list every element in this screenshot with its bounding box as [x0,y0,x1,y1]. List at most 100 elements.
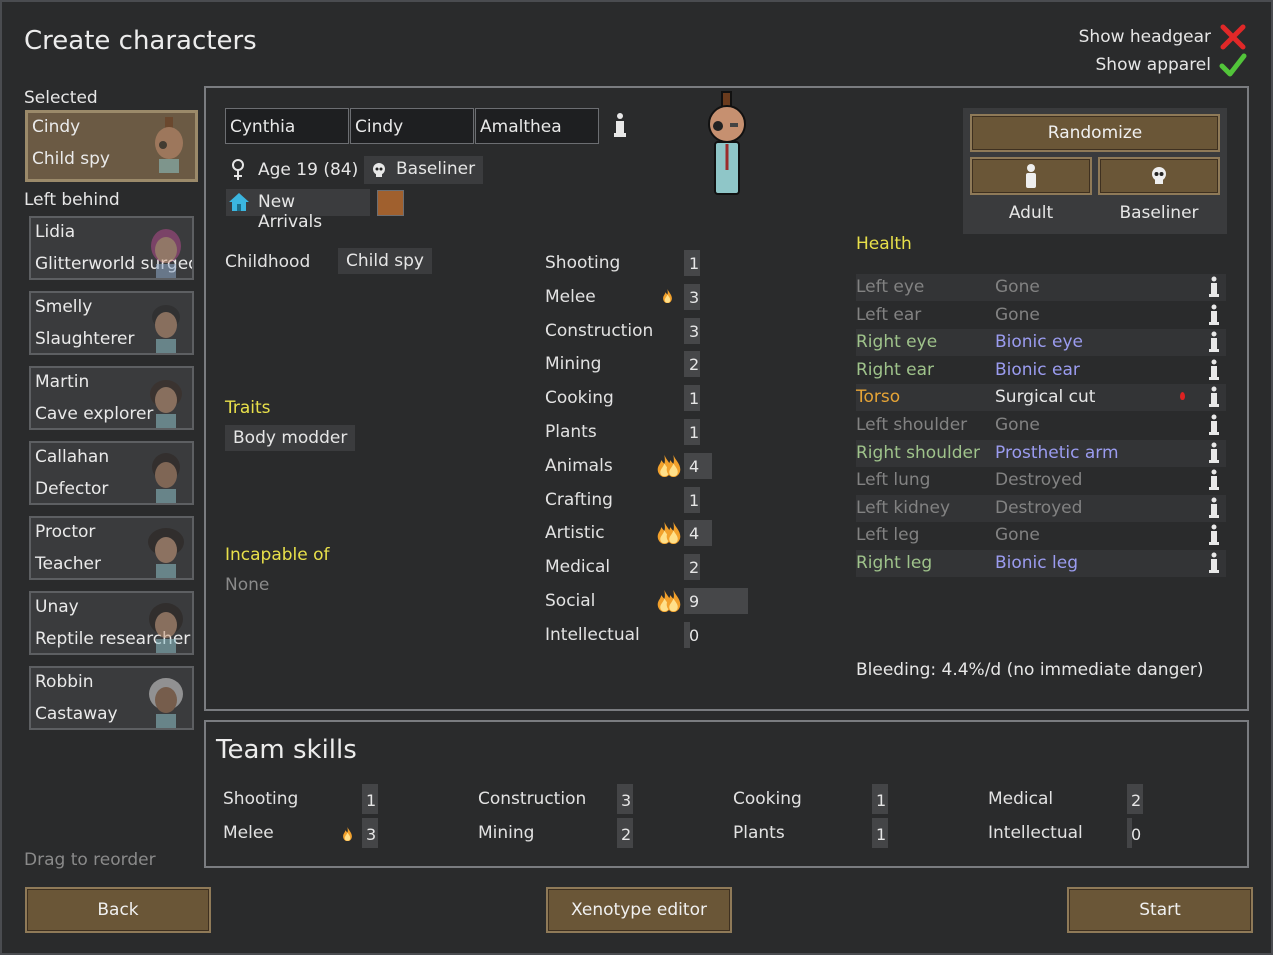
info-icon[interactable] [1208,552,1220,574]
pawn-portrait [149,603,183,653]
health-row[interactable]: Right ear Bionic ear [856,357,1226,384]
info-icon[interactable] [1208,524,1220,546]
pawn-role: Slaughterer [35,329,135,349]
pawn-portrait [155,117,183,173]
health-row[interactable]: Left leg Gone [856,522,1226,549]
passion-flame-icon [663,288,672,304]
pawn-card-martin[interactable]: Martin Cave explorer [29,366,194,430]
adult-stage-button[interactable] [970,157,1092,195]
body-part-label: Left leg [856,525,920,546]
body-part-label: Left ear [856,304,922,325]
skill-name: Shooting [545,253,621,273]
xenotype-select-button[interactable] [1098,157,1220,195]
health-row[interactable]: Torso Surgical cut [856,384,1226,412]
pawn-role: Castaway [35,704,118,724]
pawn-portrait [148,528,184,578]
skill-name: Crafting [545,489,613,510]
health-row[interactable]: Right eye Bionic eye [856,329,1226,357]
info-icon[interactable] [1208,442,1220,464]
passion-flame-icon [667,454,681,477]
passion-flame-icon [343,827,352,842]
adult-stage-label: Adult [1008,203,1054,223]
adult-icon [1026,164,1036,188]
trait-chip[interactable]: Body modder [225,425,356,451]
skill-name: Social [545,591,596,611]
show-apparel-toggle[interactable]: Show apparel [1096,52,1248,78]
body-part-label: Left kidney [856,497,951,518]
skill-level: 2 [689,558,700,578]
info-icon[interactable] [1208,386,1220,408]
health-row[interactable]: Left eye Gone [856,274,1226,301]
skill-name: Plants [545,422,597,442]
health-row[interactable]: Right leg Bionic leg [856,550,1226,577]
baseliner-label: Baseliner [1119,203,1199,223]
info-icon[interactable] [1208,414,1220,436]
pawn-card-lidia[interactable]: Lidia Glitterworld surgeon [29,216,194,280]
condition-label: Bionic ear [995,359,1080,380]
team-skill-level: 1 [876,825,887,844]
info-icon[interactable] [1208,469,1220,491]
team-skill-name: Medical [988,789,1054,809]
first-name-field[interactable]: Cynthia [225,108,349,144]
team-skill-name: Plants [733,823,785,843]
incapable-label: Incapable of [225,545,330,565]
body-part-label: Left lung [856,470,931,491]
condition-label: Destroyed [995,497,1083,518]
health-row[interactable]: Left shoulder Gone [856,412,1226,439]
childhood-backstory-chip[interactable]: Child spy [338,248,432,274]
team-skill-name: Intellectual [988,823,1083,843]
pawn-portrait [152,305,180,353]
body-part-label: Torso [856,387,901,408]
nickname-field[interactable]: Cindy [350,108,474,144]
team-skill-level: 3 [621,791,632,810]
body-part-label: Left eye [856,277,925,297]
pawn-card-selected[interactable]: Cindy Child spy [25,110,198,182]
pawn-card-unay[interactable]: Unay Reptile researcher [29,591,194,655]
body-part-label: Right ear [856,359,935,380]
faction-color-swatch[interactable] [377,190,404,216]
info-icon[interactable] [1208,497,1220,519]
info-icon[interactable] [1208,276,1220,298]
start-button[interactable]: Start [1067,887,1253,933]
age-label[interactable]: Age 19 (84) [258,160,358,180]
female-icon [232,159,244,180]
condition-label: Gone [995,415,1040,435]
pawn-name: Unay [35,597,79,617]
condition-label: Gone [995,277,1040,297]
house-icon [229,193,249,211]
traits-label: Traits [225,398,271,418]
skill-level: 4 [689,524,700,544]
page-title: Create characters [24,26,257,56]
skill-level: 2 [689,355,700,375]
team-skills-title: Team skills [216,735,357,765]
skill-name: Mining [545,354,602,375]
pawn-card-robbin[interactable]: Robbin Castaway [29,666,194,730]
selected-label: Selected [24,88,98,108]
health-row[interactable]: Left ear Gone [856,302,1226,329]
randomize-button[interactable]: Randomize [970,114,1220,152]
health-row[interactable]: Right shoulder Prosthetic arm [856,439,1226,467]
cross-icon [1220,24,1246,50]
back-button[interactable]: Back [25,887,211,933]
health-row[interactable]: Left lung Destroyed [856,467,1226,494]
team-skill-level: 0 [1131,825,1142,844]
info-icon[interactable] [1208,359,1220,381]
show-headgear-toggle[interactable]: Show headgear [1079,24,1247,50]
last-name-field[interactable]: Amalthea [475,108,599,144]
pawn-card-proctor[interactable]: Proctor Teacher [29,516,194,580]
pawn-name: Lidia [35,222,76,242]
skill-name: Intellectual [545,624,640,645]
skill-level: 3 [689,287,700,307]
xenotype-editor-button[interactable]: Xenotype editor [546,887,732,933]
skill-level: 9 [689,592,700,611]
skull-icon [373,163,385,177]
info-icon[interactable] [612,112,628,138]
pawn-role: Teacher [35,554,101,574]
health-row[interactable]: Left kidney Destroyed [856,494,1226,522]
skill-name: Construction [545,320,654,341]
pawn-card-callahan[interactable]: Callahan Defector [29,441,194,505]
team-skill-name: Cooking [733,789,802,809]
pawn-card-smelly[interactable]: Smelly Slaughterer [29,291,194,355]
info-icon[interactable] [1208,331,1220,353]
info-icon[interactable] [1208,304,1220,326]
